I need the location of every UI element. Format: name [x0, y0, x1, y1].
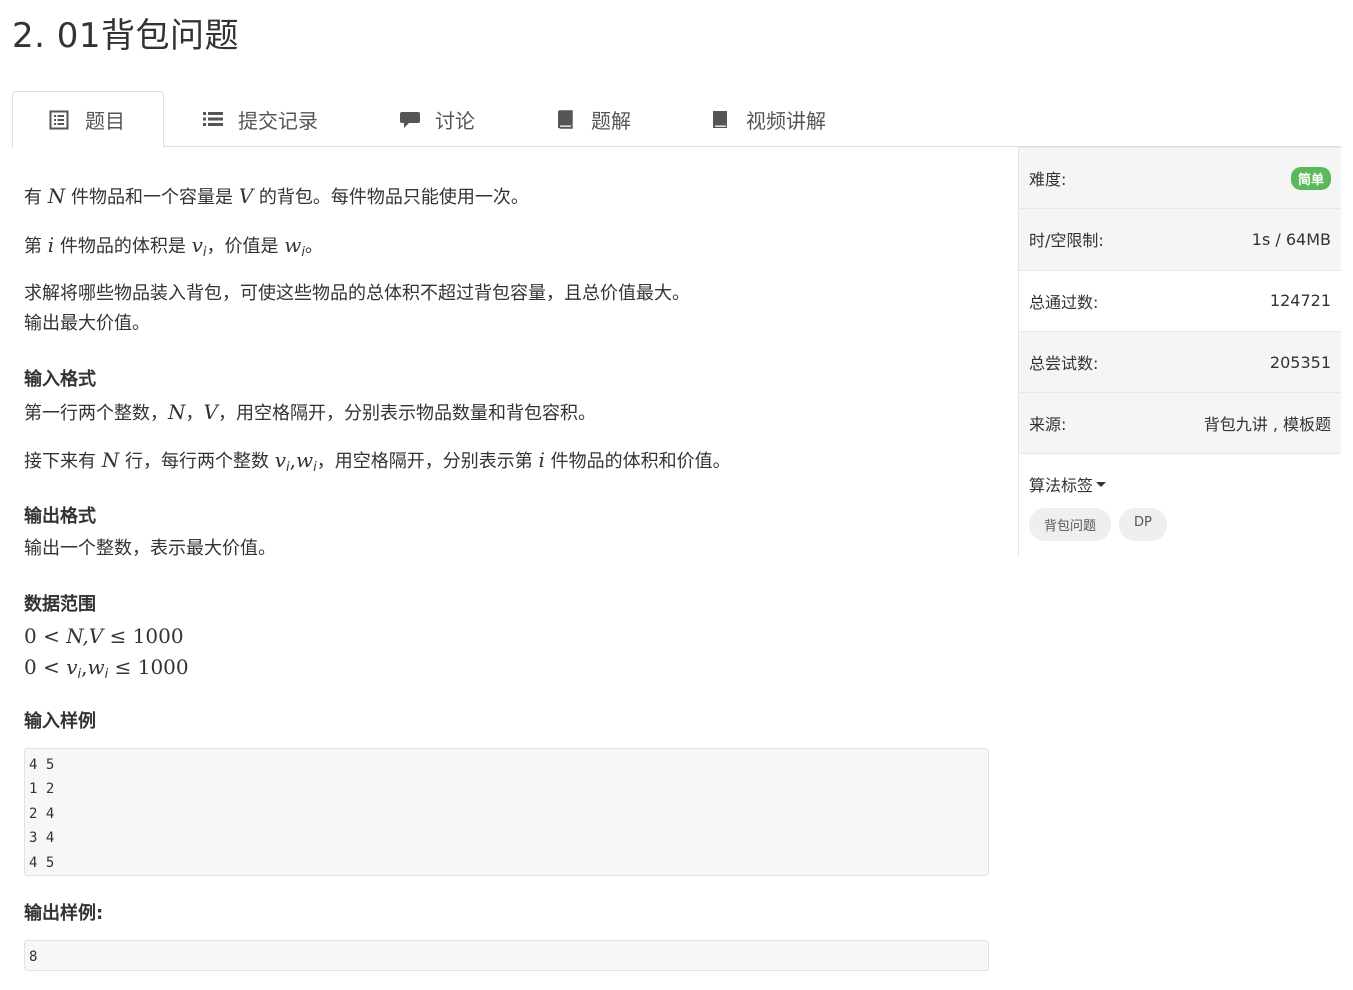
description-line-2: 第 i 件物品的体积是 vi，价值是 wi。 [24, 233, 324, 260]
problem-info-panel: 难度: 简单 时/空限制: 1s / 64MB 总通过数: 124721 总尝试… [1018, 147, 1341, 557]
difficulty-badge: 简单 [1290, 166, 1331, 190]
difficulty-row: 难度: 简单 [1019, 147, 1341, 209]
list-icon [202, 109, 223, 129]
page-title: 2. 01背包问题 [12, 16, 240, 56]
output-format-line: 输出一个整数，表示最大价值。 [24, 538, 276, 559]
code-line: 3 4 [29, 830, 55, 847]
data-range-heading: 数据范围 [24, 594, 96, 615]
tab-problem-label: 题目 [85, 109, 125, 133]
tab-bar: 题目 提交记录 讨论 题解 视频讲解 [12, 91, 1341, 148]
description-line-3: 求解将哪些物品装入背包，可使这些物品的总体积不超过背包容量，且总价值最大。 [24, 283, 690, 304]
code-line: 8 [29, 949, 38, 965]
tab-discussion[interactable]: 讨论 [399, 91, 475, 147]
data-range-line-1: 0 < N,V ≤ 1000 [24, 624, 184, 648]
tag-knapsack[interactable]: 背包问题 [1029, 508, 1112, 542]
code-line: 1 2 [29, 781, 55, 798]
tried-row: 总尝试数: 205351 [1019, 330, 1341, 393]
sample-input-heading: 输入样例 [24, 711, 96, 732]
limit-value: 1s / 64MB [1251, 229, 1331, 249]
passed-label: 总通过数: [1029, 292, 1099, 312]
limit-label: 时/空限制: [1029, 231, 1104, 251]
tab-submissions-label: 提交记录 [238, 108, 318, 133]
limit-row: 时/空限制: 1s / 64MB [1019, 208, 1341, 270]
passed-value: 124721 [1269, 291, 1331, 311]
difficulty-label: 难度: [1029, 170, 1067, 190]
tab-submissions[interactable]: 提交记录 [202, 91, 318, 147]
tried-value: 205351 [1269, 352, 1331, 372]
sample-output-box[interactable]: 8 [24, 940, 989, 971]
tab-problem[interactable]: 题目 [12, 91, 164, 148]
tab-video-label: 视频讲解 [746, 108, 826, 133]
code-line: 4 5 [29, 757, 55, 773]
comment-icon [399, 109, 420, 129]
input-format-line-1: 第一行两个整数，N，V，用空格隔开，分别表示物品数量和背包容积。 [24, 400, 596, 424]
sample-input-box[interactable]: 4 5 1 2 2 4 3 4 4 5 [24, 748, 989, 876]
output-format-heading: 输出格式 [24, 506, 96, 527]
code-line: 2 4 [29, 805, 55, 822]
source-label: 来源: [1029, 415, 1067, 435]
input-format-line-2: 接下来有 N 行，每行两个整数 vi,wi，用空格隔开，分别表示第 i 件物品的… [24, 448, 731, 475]
caret-down-icon [1096, 481, 1107, 487]
passed-row: 总通过数: 124721 [1019, 269, 1341, 331]
code-line: 4 5 [29, 854, 55, 871]
data-range-line-2: 0 < vi,wi ≤ 1000 [24, 655, 189, 682]
tag-list: 背包问题 DP [1019, 496, 1341, 553]
tab-solutions-label: 题解 [591, 108, 631, 133]
sample-output-heading: 输出样例: [24, 903, 104, 924]
tab-video[interactable]: 视频讲解 [710, 91, 826, 147]
tab-solutions[interactable]: 题解 [555, 91, 631, 147]
book-icon [555, 109, 575, 129]
tags-label: 算法标签 [1029, 476, 1094, 496]
input-format-heading: 输入格式 [24, 369, 96, 390]
list-alt-icon [49, 110, 69, 130]
description-line-1: 有 N 件物品和一个容量是 V 的背包。每件物品只能使用一次。 [24, 184, 529, 208]
source-value: 背包九讲 , 模板题 [1203, 415, 1331, 435]
tried-label: 总尝试数: [1029, 354, 1099, 374]
source-row: 来源: 背包九讲 , 模板题 [1019, 392, 1341, 454]
tab-discussion-label: 讨论 [435, 108, 475, 133]
tag-dp[interactable]: DP [1119, 508, 1167, 542]
tags-toggle[interactable]: 算法标签 [1019, 453, 1341, 496]
description-line-4: 输出最大价值。 [24, 313, 150, 334]
book-icon [710, 109, 730, 129]
